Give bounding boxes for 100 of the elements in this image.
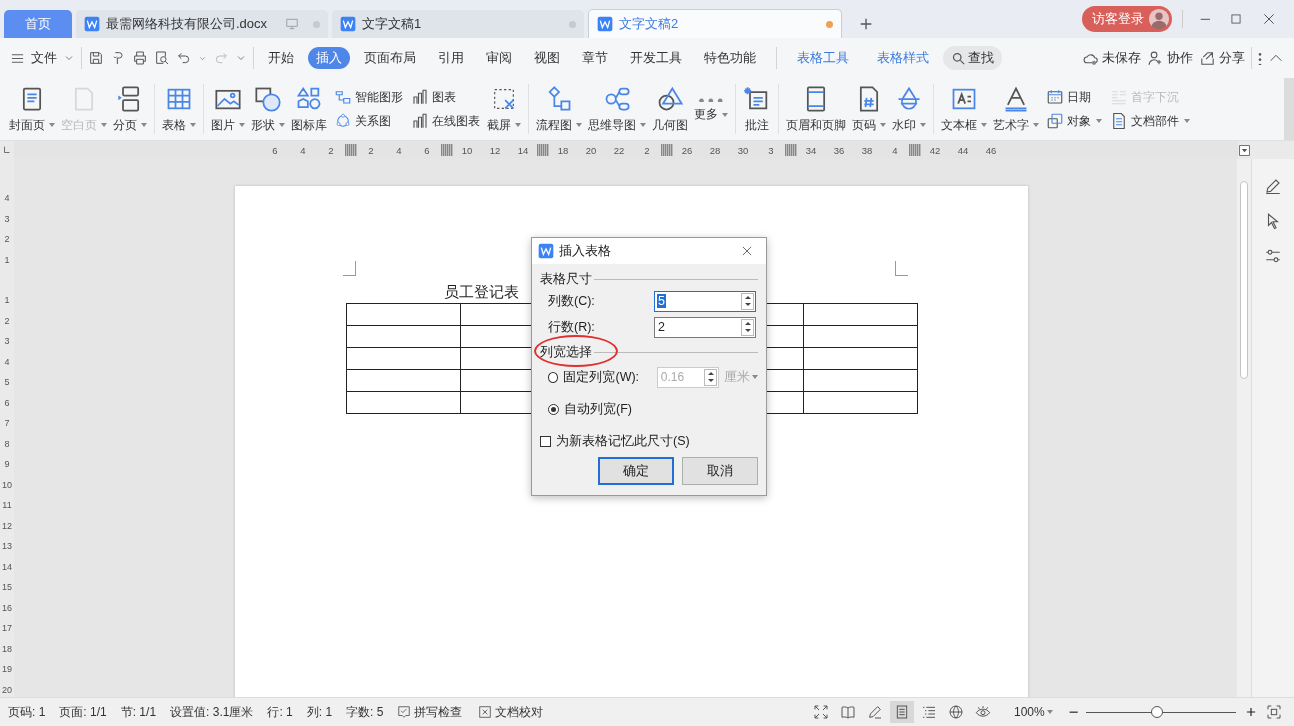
ribbon-button[interactable]: 在线图表 [411,112,480,130]
ribbon-button[interactable]: 更多 [691,78,731,140]
ruler-number: 9 [4,458,10,471]
ribbon-button[interactable]: 对象 [1046,112,1102,130]
ruler-number: 10 [2,478,12,492]
ribbon-tab[interactable]: 开始 [260,47,302,69]
status-item: 页码: 1 [8,703,47,721]
ruler-number: 20 [584,144,598,156]
ruler-number: 34 [804,144,818,156]
ruler-number: 12 [488,144,502,156]
ribbon-tab[interactable]: 特色功能 [696,47,764,69]
ribbon-button[interactable]: 智能图形 [334,88,403,106]
ribbon-tab[interactable]: 表格工具 [776,47,857,69]
status-item: 行: 1 [267,703,294,721]
document-tab[interactable]: 文字文稿1 [332,10,584,38]
login-button[interactable]: 访客登录 [1082,6,1173,32]
checkbox-label: 为新表格记忆此尺寸(S) [556,432,690,450]
ruler-number: 2 [4,233,10,246]
ruler-number: 18 [556,144,570,156]
number-field[interactable]: 2 [654,316,756,338]
ribbon-button[interactable]: 文本框 [938,78,990,140]
section-title: 列宽选择 [540,343,592,361]
ruler-number: 28 [708,144,722,156]
ribbon-button[interactable]: 封面页 [6,78,58,140]
search-button[interactable]: 查找 [943,46,1002,70]
table-title: 员工登记表 [444,283,519,302]
ribbon-tab[interactable]: 表格样式 [869,47,937,69]
ribbon-tab[interactable]: 视图 [526,47,568,69]
ruler-number: 44 [956,144,970,156]
file-menu[interactable]: 文件 [10,49,75,67]
status-item: 字数: 5 [346,703,385,721]
ruler-number: 14 [2,560,12,574]
status-tool[interactable]: 文档校对 [478,703,560,721]
status-item: 页面: 1/1 [59,703,108,721]
ruler-number: 2 [643,144,651,156]
dialog-button[interactable]: 取消 [682,457,758,485]
ruler-number: 15 [2,581,12,594]
ruler-number: 7 [4,417,10,430]
ribbon-tab[interactable]: 开发工具 [622,47,690,69]
ribbon-button[interactable]: 页码 [849,78,889,140]
ruler-number: 6 [271,144,279,156]
ribbon-button[interactable]: 思维导图 [585,78,649,140]
ribbon-button[interactable]: 图表 [411,88,480,106]
ribbon-tab[interactable]: 引用 [430,47,472,69]
ribbon-button[interactable]: 批注 [740,78,774,140]
ribbon-button[interactable]: 分页 [110,78,150,140]
ribbon-button[interactable]: 截屏 [484,78,524,140]
ruler-number: 17 [2,622,12,635]
number-field[interactable]: 5 [654,290,756,312]
ruler-number: 42 [928,144,942,156]
field-label: 行数(R): [548,318,596,336]
ribbon-button[interactable]: 形状 [248,78,288,140]
tab-label: 最需网络科技有限公司.docx [106,15,268,33]
ribbon-tab[interactable]: 章节 [574,47,616,69]
toolbar-action[interactable]: 未保存 [1082,49,1141,67]
ribbon-tab[interactable]: 插入 [308,47,350,69]
ribbon-button[interactable]: 关系图 [334,112,403,130]
ribbon-button[interactable]: 表格 [159,78,199,140]
ribbon-button[interactable]: 流程图 [533,78,585,140]
ruler-number: 36 [832,144,846,156]
ruler-number: 12 [2,519,12,533]
ruler-number: 30 [736,144,750,156]
document-tab[interactable]: 文字文稿2 [588,9,842,38]
toolbar-action[interactable]: 分享 [1199,49,1245,67]
ribbon-button[interactable]: 几何图 [649,78,691,140]
ruler-number: 10 [460,144,474,156]
tab-label: 文字文稿1 [362,15,422,33]
ribbon-button[interactable]: 水印 [889,78,929,140]
radio-label: 自动列宽(F) [564,400,633,418]
ribbon-button[interactable]: 图标库 [288,78,330,140]
ribbon-button[interactable]: 页眉和页脚 [783,78,849,140]
ribbon-button[interactable]: 文档部件 [1110,112,1190,130]
ruler-number: 4 [299,144,307,156]
dialog-button[interactable]: 确定 [598,457,674,485]
ruler-number: 46 [984,144,998,156]
ribbon-tab[interactable]: 审阅 [478,47,520,69]
dialog-title: 插入表格 [559,242,611,260]
ruler-number: 8 [4,437,10,451]
ruler-number: 11 [2,499,12,512]
ribbon-button[interactable]: 日期 [1046,88,1102,106]
zoom-dropdown[interactable]: 100% [1013,705,1053,719]
status-tool[interactable]: 拼写检查 [397,703,479,721]
tab-label: 文字文稿2 [619,15,679,33]
ruler-number: 4 [4,355,10,369]
ribbon-tab[interactable]: 页面布局 [356,47,424,69]
ruler-number: 1 [4,294,10,307]
ribbon-button[interactable]: 图片 [208,78,248,140]
document-tab[interactable]: 最需网络科技有限公司.docx [76,10,328,38]
ruler-number: 2 [4,314,10,328]
ruler-number: 16 [2,601,12,615]
status-item: 设置值: 3.1厘米 [170,703,255,721]
field-label: 列数(C): [548,292,596,310]
ruler-number: 6 [423,144,431,156]
ruler-number: 3 [4,212,10,226]
toolbar-action[interactable]: 协作 [1147,49,1193,67]
ribbon-button[interactable]: 艺术字 [990,78,1042,140]
status-item: 节: 1/1 [120,703,158,721]
ruler-number: 4 [395,144,403,156]
ruler-number: 22 [612,144,626,156]
radio-label: 固定列宽(W): [563,368,641,386]
